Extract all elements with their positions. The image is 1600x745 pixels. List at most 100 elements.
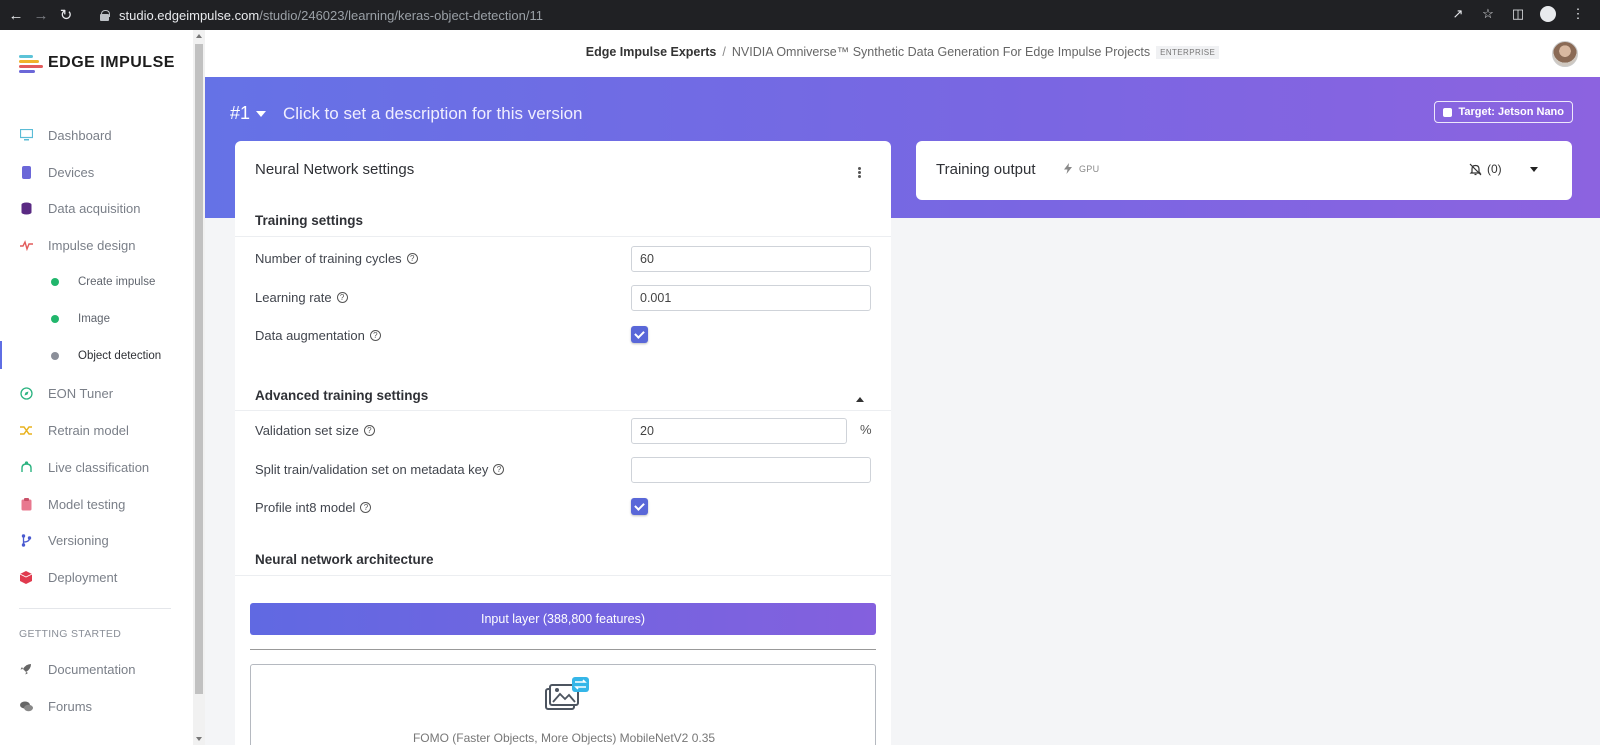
target-label: Target: Jetson Nano bbox=[1458, 106, 1564, 118]
learning-rate-input[interactable]: 0.001 bbox=[631, 285, 871, 311]
sidebar-scrollbar[interactable] bbox=[193, 30, 205, 745]
status-dot-icon bbox=[51, 278, 59, 286]
card-title: Neural Network settings bbox=[255, 161, 415, 178]
sidebar-subitem-image[interactable]: Image bbox=[0, 308, 193, 330]
breadcrumb-project[interactable]: NVIDIA Omniverse™ Synthetic Data Generat… bbox=[732, 45, 1150, 59]
split-metadata-input[interactable] bbox=[631, 457, 871, 483]
sidebar-item-retrain-model[interactable]: Retrain model bbox=[0, 417, 193, 443]
scroll-up-icon[interactable] bbox=[196, 34, 202, 38]
data-augmentation-label: Data augmentation? bbox=[255, 328, 381, 343]
help-icon[interactable]: ? bbox=[493, 464, 505, 475]
sidebar-item-label: Versioning bbox=[48, 532, 109, 548]
rocket-icon bbox=[19, 662, 33, 676]
input-layer-block[interactable]: Input layer (388,800 features) bbox=[250, 603, 876, 635]
divider bbox=[235, 575, 891, 576]
sidebar-section-heading: GETTING STARTED bbox=[19, 628, 122, 640]
caret-up-icon[interactable] bbox=[856, 397, 864, 402]
sidebar-item-label: EON Tuner bbox=[48, 385, 114, 401]
sidebar-subitem-label: Create impulse bbox=[78, 276, 156, 288]
share-icon[interactable]: ↗ bbox=[1450, 6, 1466, 22]
help-icon[interactable]: ? bbox=[369, 330, 381, 341]
sidebar-item-eon-tuner[interactable]: EON Tuner bbox=[0, 380, 193, 406]
training-cycles-input[interactable]: 60 bbox=[631, 246, 871, 272]
sidebar-divider bbox=[19, 608, 171, 609]
back-arrow-icon[interactable]: ← bbox=[7, 6, 25, 24]
version-number: #1 bbox=[230, 103, 251, 123]
version-selector[interactable]: #1 bbox=[230, 103, 267, 124]
avatar[interactable] bbox=[1552, 41, 1578, 67]
gpu-label: GPU bbox=[1079, 163, 1100, 174]
forward-arrow-icon[interactable]: → bbox=[32, 6, 50, 24]
chip-icon bbox=[19, 165, 33, 179]
bolt-icon bbox=[1064, 163, 1072, 174]
logo[interactable]: EDGE IMPULSE bbox=[19, 54, 175, 73]
sidebar-item-versioning[interactable]: Versioning bbox=[0, 527, 193, 553]
training-output-card: Training output GPU (0) bbox=[916, 141, 1572, 200]
model-block[interactable]: FOMO (Faster Objects, More Objects) Mobi… bbox=[250, 664, 876, 745]
sidebar-item-forums[interactable]: Forums bbox=[0, 693, 193, 719]
profile-int8-checkbox[interactable] bbox=[631, 498, 648, 515]
sidebar-item-dashboard[interactable]: Dashboard bbox=[0, 122, 193, 148]
browser-toolbar: ← → ↻ studio.edgeimpulse.com/studio/2460… bbox=[0, 0, 1600, 30]
sidebar-item-deployment[interactable]: Deployment bbox=[0, 564, 193, 590]
status-dot-icon bbox=[51, 315, 59, 323]
database-icon bbox=[19, 201, 33, 215]
label-text: Learning rate bbox=[255, 290, 332, 305]
logo-text: EDGE IMPULSE bbox=[48, 54, 175, 71]
notifications-count: (0) bbox=[1487, 162, 1502, 176]
notifications-toggle[interactable]: (0) bbox=[1469, 162, 1502, 176]
version-description[interactable]: Click to set a description for this vers… bbox=[283, 104, 583, 124]
monitor-icon bbox=[19, 128, 33, 142]
sidebar-subitem-create-impulse[interactable]: Create impulse bbox=[0, 271, 193, 293]
sidebar-item-label: Model testing bbox=[48, 496, 126, 512]
profile-int8-label: Profile int8 model? bbox=[255, 500, 372, 515]
help-icon[interactable]: ? bbox=[363, 425, 375, 436]
reload-icon[interactable]: ↻ bbox=[57, 6, 75, 24]
sidebar-subitem-object-detection[interactable]: Object detection bbox=[0, 345, 193, 367]
sidebar-item-documentation[interactable]: Documentation bbox=[0, 656, 193, 682]
architecture-heading: Neural network architecture bbox=[255, 552, 434, 567]
divider bbox=[235, 236, 891, 237]
bell-slash-icon bbox=[1469, 163, 1482, 175]
breadcrumb: Edge Impulse Experts / NVIDIA Omniverse™ S… bbox=[205, 45, 1600, 60]
more-menu-icon[interactable]: ⋮ bbox=[1570, 6, 1586, 22]
advanced-settings-heading[interactable]: Advanced training settings bbox=[255, 388, 428, 403]
divider bbox=[250, 649, 876, 650]
clipboard-icon bbox=[19, 497, 33, 511]
pulse-icon bbox=[19, 238, 33, 252]
label-text: Split train/validation set on metadata k… bbox=[255, 462, 489, 477]
help-icon[interactable]: ? bbox=[336, 292, 348, 303]
scrollbar-thumb[interactable] bbox=[195, 44, 203, 694]
star-icon[interactable]: ☆ bbox=[1480, 6, 1496, 22]
compass-icon bbox=[19, 386, 33, 400]
sidepanel-icon[interactable]: ◫ bbox=[1510, 6, 1526, 22]
help-icon[interactable]: ? bbox=[360, 502, 372, 513]
sidebar-item-data-acquisition[interactable]: Data acquisition bbox=[0, 195, 193, 221]
scroll-down-icon[interactable] bbox=[196, 737, 202, 741]
caret-down-icon[interactable] bbox=[1530, 167, 1538, 172]
git-branch-icon bbox=[19, 533, 33, 547]
address-bar[interactable]: studio.edgeimpulse.com/studio/246023/lea… bbox=[90, 3, 1490, 27]
profile-icon[interactable] bbox=[1540, 6, 1556, 22]
sidebar: EDGE IMPULSE Dashboard Devices Data acqu… bbox=[0, 30, 193, 745]
training-settings-heading: Training settings bbox=[255, 213, 364, 228]
cube-icon bbox=[19, 570, 33, 584]
top-header: Edge Impulse Experts / NVIDIA Omniverse™ S… bbox=[205, 30, 1600, 77]
url-path: /studio/246023/learning/keras-object-det… bbox=[259, 7, 543, 23]
validation-size-input[interactable]: 20 bbox=[631, 418, 847, 444]
sidebar-item-impulse-design[interactable]: Impulse design bbox=[0, 232, 193, 258]
kebab-menu-icon[interactable] bbox=[858, 167, 861, 178]
help-icon[interactable]: ? bbox=[406, 253, 418, 264]
sidebar-item-model-testing[interactable]: Model testing bbox=[0, 491, 193, 517]
sidebar-subitem-label: Image bbox=[78, 313, 110, 325]
data-augmentation-checkbox[interactable] bbox=[631, 326, 648, 343]
sidebar-item-devices[interactable]: Devices bbox=[0, 159, 193, 185]
chat-icon bbox=[19, 699, 33, 713]
breadcrumb-org[interactable]: Edge Impulse Experts bbox=[586, 45, 717, 59]
branch-icon bbox=[19, 460, 33, 474]
target-button[interactable]: Target: Jetson Nano bbox=[1434, 101, 1573, 123]
nn-settings-card: Neural Network settings Training setting… bbox=[235, 141, 891, 745]
sidebar-item-live-classification[interactable]: Live classification bbox=[0, 454, 193, 480]
images-transfer-icon bbox=[545, 677, 589, 710]
label-text: Data augmentation bbox=[255, 328, 365, 343]
